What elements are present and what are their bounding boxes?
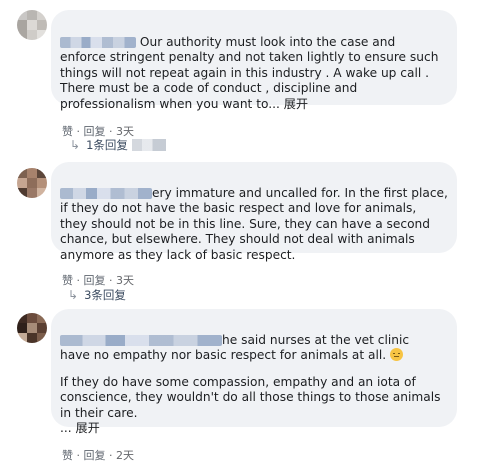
avatar-pixel bbox=[37, 333, 47, 343]
commenter-avatar[interactable] bbox=[17, 313, 47, 343]
commenter-name[interactable] bbox=[60, 36, 136, 48]
avatar-image bbox=[17, 10, 47, 40]
avatar-pixel bbox=[17, 10, 27, 20]
avatar-pixel bbox=[17, 323, 27, 333]
see-more-link[interactable]: 展开 bbox=[284, 97, 308, 111]
avatar-pixel bbox=[37, 168, 47, 178]
avatar-pixel bbox=[37, 178, 47, 188]
comment-text: he said nurses at the vet clinic have no… bbox=[60, 332, 410, 363]
avatar-pixel bbox=[27, 20, 37, 30]
reply-button[interactable]: 回复 bbox=[84, 274, 106, 287]
reply-avatars-blur bbox=[131, 139, 166, 151]
avatar-pixel bbox=[37, 20, 47, 30]
reply-arrow-icon: ↳ bbox=[68, 288, 79, 302]
commenter-avatar[interactable] bbox=[17, 168, 47, 198]
avatar-pixel bbox=[27, 313, 37, 323]
commenter-name[interactable] bbox=[60, 187, 152, 199]
avatar-image bbox=[17, 168, 47, 198]
avatar-pixel bbox=[27, 333, 37, 343]
comment-text: ery immature and uncalled for. In the fi… bbox=[60, 185, 448, 262]
avatar-pixel bbox=[27, 168, 37, 178]
comment-actions: 赞 · 回复 · 3天 bbox=[62, 125, 134, 138]
avatar-pixel bbox=[37, 188, 47, 198]
avatar-pixel bbox=[37, 313, 47, 323]
comment-actions: 赞 · 回复 · 2天 bbox=[62, 449, 134, 462]
avatar-pixel bbox=[27, 323, 37, 333]
avatar-pixel bbox=[17, 313, 27, 323]
comment-text: Our authority must look into the case an… bbox=[60, 34, 439, 111]
avatar-pixel bbox=[17, 30, 27, 40]
commenter-name[interactable] bbox=[60, 334, 222, 346]
reply-arrow-icon: ↳ bbox=[70, 138, 81, 152]
avatar-pixel bbox=[17, 333, 27, 343]
avatar-pixel bbox=[27, 188, 37, 198]
avatar-pixel bbox=[37, 10, 47, 20]
avatar-pixel bbox=[17, 188, 27, 198]
avatar-pixel bbox=[37, 323, 47, 333]
comment-actions: 赞 · 回复 · 3天 bbox=[62, 274, 134, 287]
avatar-pixel bbox=[27, 10, 37, 20]
comment-timestamp[interactable]: 3天 bbox=[116, 274, 134, 287]
avatar-pixel bbox=[17, 168, 27, 178]
view-replies-link[interactable]: ↳ 3条回复 bbox=[68, 287, 126, 303]
avatar-pixel bbox=[17, 178, 27, 188]
avatar-pixel bbox=[27, 178, 37, 188]
commenter-avatar[interactable] bbox=[17, 10, 47, 40]
avatar-pixel bbox=[27, 30, 37, 40]
comment-text-paragraph: If they do have some compassion, empathy… bbox=[60, 374, 441, 436]
avatar-pixel bbox=[37, 30, 47, 40]
avatar-pixel bbox=[17, 20, 27, 30]
avatar-image bbox=[17, 313, 47, 343]
view-replies-link[interactable]: ↳ 1条回复 bbox=[70, 137, 166, 153]
like-button[interactable]: 赞 bbox=[62, 274, 73, 287]
